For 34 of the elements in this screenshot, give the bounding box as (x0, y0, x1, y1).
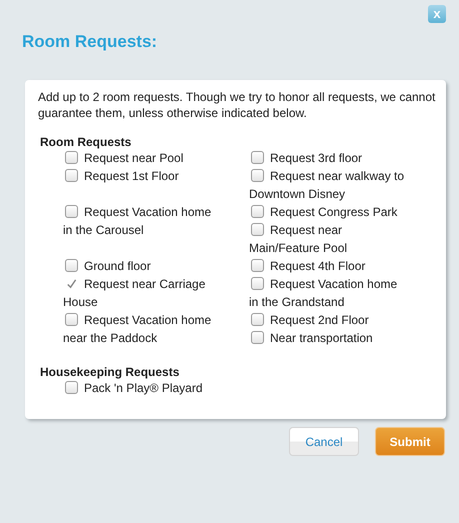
checkbox-option[interactable]: Request Congress Park (249, 203, 409, 221)
checkbox[interactable] (251, 223, 264, 236)
dialog-title: Room Requests: (22, 32, 158, 52)
checkbox[interactable] (251, 205, 264, 218)
checkbox-option[interactable]: Request 4th Floor (249, 257, 409, 275)
checkbox[interactable] (251, 313, 264, 326)
checkbox[interactable] (251, 331, 264, 344)
checkbox[interactable] (65, 381, 78, 394)
section-heading: Housekeeping Requests (40, 365, 180, 379)
checkbox-option[interactable]: Request near Main/Feature Pool (249, 221, 409, 257)
checkbox[interactable] (65, 151, 78, 164)
checkbox[interactable] (251, 277, 264, 290)
checkbox[interactable] (65, 259, 78, 272)
checkbox[interactable] (65, 205, 78, 218)
checkbox[interactable] (65, 313, 78, 326)
checkbox[interactable] (251, 151, 264, 164)
checkbox[interactable] (65, 169, 78, 182)
intro-text: Add up to 2 room requests. Though we try to honor all requests, we cannot guarantee them, unless otherwise indicated below. (38, 89, 436, 121)
checkbox-option[interactable]: Request near Carriage House (63, 275, 213, 311)
checkbox-option[interactable]: Request near walkway to Downtown Disney (249, 167, 409, 203)
checkbox-option[interactable]: Pack 'n Play® Playard (63, 379, 213, 397)
checkbox-option[interactable]: Request Vacation home in the Carousel (63, 203, 213, 239)
checkbox-option[interactable]: Request 1st Floor (63, 167, 213, 185)
checkbox-option[interactable]: Request Vacation home near the Paddock (63, 311, 213, 347)
checkbox[interactable] (251, 259, 264, 272)
checkbox[interactable] (251, 169, 264, 182)
checkbox-option[interactable]: Request near Pool (63, 149, 213, 167)
checkbox[interactable] (65, 278, 78, 290)
section-heading: Room Requests (40, 135, 132, 149)
checkbox-option[interactable]: Request 2nd Floor (249, 311, 409, 329)
checkbox-option[interactable]: Request Vacation home in the Grandstand (249, 275, 409, 311)
checkbox-option[interactable]: Ground floor (63, 257, 213, 275)
checkbox-option[interactable]: Request 3rd floor (249, 149, 409, 167)
checkbox-option[interactable]: Near transportation (249, 329, 409, 347)
